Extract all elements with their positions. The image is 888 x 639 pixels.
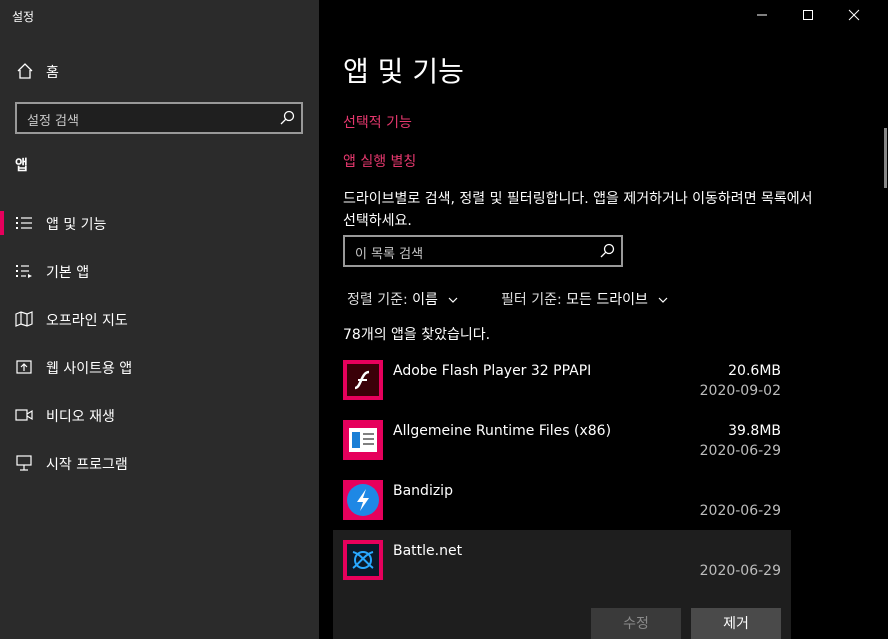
app-date: 2020-06-29 (699, 443, 781, 459)
app-name: Adobe Flash Player 32 PPAPI (393, 363, 592, 379)
app-list-search-input[interactable]: 이 목록 검색 (343, 235, 623, 267)
bandizip-icon (343, 480, 383, 520)
page-title: 앱 및 기능 (343, 55, 464, 88)
sidebar-item-offline-maps[interactable]: 오프라인 지도 (0, 299, 319, 339)
sort-dropdown[interactable]: 정렬 기준: 이름 (347, 289, 458, 309)
sidebar-item-apps-features[interactable]: 앱 및 기능 (0, 203, 319, 243)
minimize-icon[interactable] (748, 4, 776, 26)
sidebar-item-label: 시작 프로그램 (46, 457, 128, 473)
sidebar-item-label: 웹 사이트용 앱 (46, 361, 133, 377)
description-text: 드라이브별로 검색, 정렬 및 필터링합니다. 앱을 제거하거나 이동하려면 목… (343, 191, 813, 229)
app-name: Allgemeine Runtime Files (x86) (393, 423, 612, 439)
app-date: 2020-09-02 (699, 383, 781, 399)
modify-button[interactable]: 수정 (591, 608, 681, 639)
list-icon (16, 217, 32, 229)
sidebar-item-home[interactable]: 홈 (0, 56, 319, 88)
runtime-icon (343, 420, 383, 460)
scrollbar-thumb[interactable] (884, 128, 887, 188)
home-icon (17, 63, 33, 79)
filter-dropdown[interactable]: 필터 기준: 모든 드라이브 (501, 289, 668, 309)
main-content: 앱 및 기능 선택적 기능 앱 실행 별칭 드라이브별로 검색, 정렬 및 필터… (319, 0, 888, 639)
video-icon (15, 409, 33, 421)
window-caption-buttons (748, 0, 888, 32)
app-name: Battle.net (393, 543, 463, 559)
sidebar-item-default-apps[interactable]: 기본 앱 (0, 251, 319, 291)
sort-value: 이름 (412, 292, 438, 308)
optional-features-link[interactable]: 선택적 기능 (343, 112, 412, 132)
sidebar-item-apps-for-websites[interactable]: 웹 사이트용 앱 (0, 347, 319, 387)
uninstall-button[interactable]: 제거 (691, 608, 781, 639)
app-list-item[interactable]: Adobe Flash Player 32 PPAPI 20.6MB 2020-… (333, 350, 791, 410)
app-name: Bandizip (393, 483, 453, 499)
settings-search-input[interactable]: 설정 검색 (15, 102, 303, 134)
maximize-icon[interactable] (794, 4, 822, 26)
section-title: 앱 (15, 158, 28, 174)
app-list-item[interactable]: Bandizip 2020-06-29 (333, 470, 791, 530)
battlenet-icon (343, 540, 383, 580)
sidebar-item-label: 오프라인 지도 (46, 313, 128, 329)
sidebar-item-label: 비디오 재생 (46, 409, 115, 425)
search-icon[interactable] (599, 243, 615, 259)
search-placeholder: 이 목록 검색 (355, 247, 424, 262)
flash-icon (343, 360, 383, 400)
open-in-app-icon (16, 360, 32, 374)
app-size: 20.6MB (728, 363, 781, 379)
chevron-down-icon (658, 297, 668, 303)
window-title: 설정 (12, 10, 35, 24)
search-icon[interactable] (279, 110, 295, 126)
app-size: 39.8MB (728, 423, 781, 439)
app-count-text: 78개의 앱을 찾았습니다. (343, 327, 491, 343)
sidebar-item-label: 홈 (46, 65, 59, 81)
sidebar-item-startup[interactable]: 시작 프로그램 (0, 443, 319, 483)
app-list-item[interactable]: Allgemeine Runtime Files (x86) 39.8MB 20… (333, 410, 791, 470)
app-date: 2020-06-29 (699, 503, 781, 519)
sidebar-item-label: 앱 및 기능 (46, 217, 107, 233)
map-icon (15, 311, 33, 327)
sort-label: 정렬 기준: (347, 292, 408, 308)
sidebar-item-video-playback[interactable]: 비디오 재생 (0, 395, 319, 435)
filter-label: 필터 기준: (501, 292, 562, 308)
app-list-item-selected[interactable]: Battle.net 2020-06-29 수정 제거 (333, 530, 791, 639)
app-aliases-link[interactable]: 앱 실행 별칭 (343, 151, 416, 171)
app-date: 2020-06-29 (699, 563, 781, 579)
sidebar-item-label: 기본 앱 (46, 265, 90, 281)
sidebar: 설정 홈 설정 검색 앱 앱 및 기능 기본 앱 오프라인 지도 웹 사이트용 … (0, 0, 319, 639)
startup-icon (16, 455, 32, 471)
close-icon[interactable] (840, 4, 868, 26)
default-apps-icon (16, 265, 32, 278)
chevron-down-icon (448, 297, 458, 303)
filter-value: 모든 드라이브 (566, 292, 648, 308)
search-placeholder: 설정 검색 (27, 114, 79, 129)
